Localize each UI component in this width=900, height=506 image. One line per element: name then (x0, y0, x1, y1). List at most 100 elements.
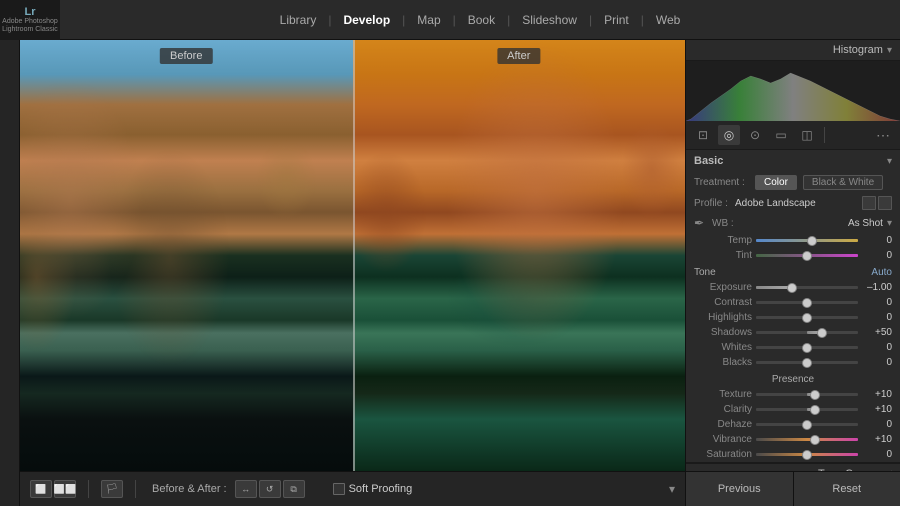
vibrance-thumb[interactable] (810, 435, 820, 445)
nav-print[interactable]: Print (592, 0, 641, 40)
after-photo (353, 40, 686, 471)
whites-label: Whites (694, 342, 752, 353)
tint-value: 0 (862, 250, 892, 261)
tone-curve-section[interactable]: Tone Curve ◀ (686, 463, 900, 471)
contrast-track[interactable] (756, 301, 858, 304)
whites-track[interactable] (756, 346, 858, 349)
redeye-tool[interactable]: ⊙ (744, 125, 766, 145)
exposure-thumb[interactable] (787, 283, 797, 293)
basic-panel-title: Basic (694, 155, 723, 167)
wb-eyedropper[interactable]: ✒ (694, 216, 708, 230)
temp-track[interactable] (756, 239, 858, 242)
toolbar-dropdown[interactable]: ▾ (669, 482, 675, 496)
profile-value: Adobe Landscape (735, 198, 856, 209)
vibrance-label: Vibrance (694, 434, 752, 445)
gradient-tool[interactable]: ▭ (770, 125, 792, 145)
saturation-slider-row: Saturation 0 (686, 447, 900, 462)
copy-btn[interactable]: ⧉ (283, 480, 305, 498)
basic-panel: Basic ▾ Treatment : Color Black & White … (686, 150, 900, 463)
shadows-track[interactable] (756, 331, 858, 334)
saturation-label: Saturation (694, 449, 752, 460)
lr-logo: Lr Adobe PhotoshopLightroom Classic (0, 0, 60, 40)
flag-btn[interactable]: 🏳 (101, 480, 123, 498)
tint-track[interactable] (756, 254, 858, 257)
saturation-thumb[interactable] (802, 450, 812, 460)
wb-label: WB : (712, 218, 737, 229)
contrast-value: 0 (862, 297, 892, 308)
highlights-label: Highlights (694, 312, 752, 323)
texture-thumb[interactable] (810, 390, 820, 400)
vibrance-value: +10 (862, 434, 892, 445)
clarity-thumb[interactable] (810, 405, 820, 415)
nav-web[interactable]: Web (644, 0, 692, 40)
top-nav: Lr Adobe PhotoshopLightroom Classic Libr… (0, 0, 900, 40)
tint-thumb[interactable] (802, 251, 812, 261)
soft-proofing-checkbox[interactable] (333, 483, 345, 495)
previous-button[interactable]: Previous (686, 472, 794, 506)
before-after-divider[interactable] (353, 40, 355, 471)
texture-track[interactable] (756, 393, 858, 396)
temp-thumb[interactable] (807, 236, 817, 246)
nav-slideshow[interactable]: Slideshow (510, 0, 589, 40)
bw-btn[interactable]: Black & White (803, 175, 883, 190)
temp-label: Temp (694, 235, 752, 246)
healing-tool[interactable]: ◎ (718, 125, 740, 145)
temp-value: 0 (862, 235, 892, 246)
basic-panel-arrow: ▾ (887, 156, 892, 167)
range-mask-tool[interactable]: ⋯ (872, 125, 894, 145)
color-btn[interactable]: Color (755, 175, 797, 190)
blacks-value: 0 (862, 357, 892, 368)
basic-panel-header[interactable]: Basic ▾ (686, 150, 900, 172)
reset-button[interactable]: Reset (794, 472, 900, 506)
view-split-btn[interactable]: ⬜⬜ (54, 480, 76, 498)
exposure-track[interactable] (756, 286, 858, 289)
saturation-value: 0 (862, 449, 892, 460)
profile-list-btn[interactable] (878, 196, 892, 210)
soft-proofing-control: Soft Proofing (333, 483, 413, 495)
swap-btn[interactable]: ↔ (235, 480, 257, 498)
shadows-thumb[interactable] (817, 328, 827, 338)
contrast-label: Contrast (694, 297, 752, 308)
saturation-track[interactable] (756, 453, 858, 456)
profile-grid-btn[interactable] (862, 196, 876, 210)
clarity-track[interactable] (756, 408, 858, 411)
exposure-value: –1.00 (862, 282, 892, 293)
before-photo (20, 40, 353, 471)
crop-tool[interactable]: ⊡ (692, 125, 714, 145)
panel-bottom: Previous Reset (686, 471, 900, 506)
nav-develop[interactable]: Develop (331, 0, 402, 40)
texture-label: Texture (694, 389, 752, 400)
nav-library[interactable]: Library (268, 0, 329, 40)
dehaze-value: 0 (862, 419, 892, 430)
before-label: Before (160, 48, 212, 64)
profile-row: Profile : Adobe Landscape (686, 193, 900, 213)
panel-scroll[interactable]: Basic ▾ Treatment : Color Black & White … (686, 150, 900, 471)
photo-area: Before After ⬜ ⬜⬜ 🏳 Before & After : ↔ ↺… (20, 40, 685, 506)
highlights-thumb[interactable] (802, 313, 812, 323)
tone-auto-btn[interactable]: Auto (871, 267, 892, 278)
cycle-btn[interactable]: ↺ (259, 480, 281, 498)
nav-book[interactable]: Book (456, 0, 507, 40)
toolbar-divider-2 (135, 480, 136, 498)
radial-tool[interactable]: ◫ (796, 125, 818, 145)
nav-map[interactable]: Map (405, 0, 452, 40)
dehaze-label: Dehaze (694, 419, 752, 430)
dehaze-track[interactable] (756, 423, 858, 426)
vibrance-track[interactable] (756, 438, 858, 441)
whites-thumb[interactable] (802, 343, 812, 353)
whites-slider-row: Whites 0 (686, 340, 900, 355)
contrast-thumb[interactable] (802, 298, 812, 308)
blacks-thumb[interactable] (802, 358, 812, 368)
photo-container: Before After (20, 40, 685, 471)
tint-slider-row: Tint 0 (686, 248, 900, 263)
blacks-track[interactable] (756, 361, 858, 364)
wb-dropdown[interactable]: ▾ (887, 218, 892, 229)
wb-value: As Shot (848, 218, 883, 229)
lr-logo-text: Adobe PhotoshopLightroom Classic (2, 18, 58, 33)
dehaze-thumb[interactable] (802, 420, 812, 430)
nav-links: Library | Develop | Map | Book | Slidesh… (60, 0, 900, 40)
view-single-btn[interactable]: ⬜ (30, 480, 52, 498)
texture-slider-row: Texture +10 (686, 387, 900, 402)
tone-label: Tone (694, 267, 716, 278)
highlights-track[interactable] (756, 316, 858, 319)
